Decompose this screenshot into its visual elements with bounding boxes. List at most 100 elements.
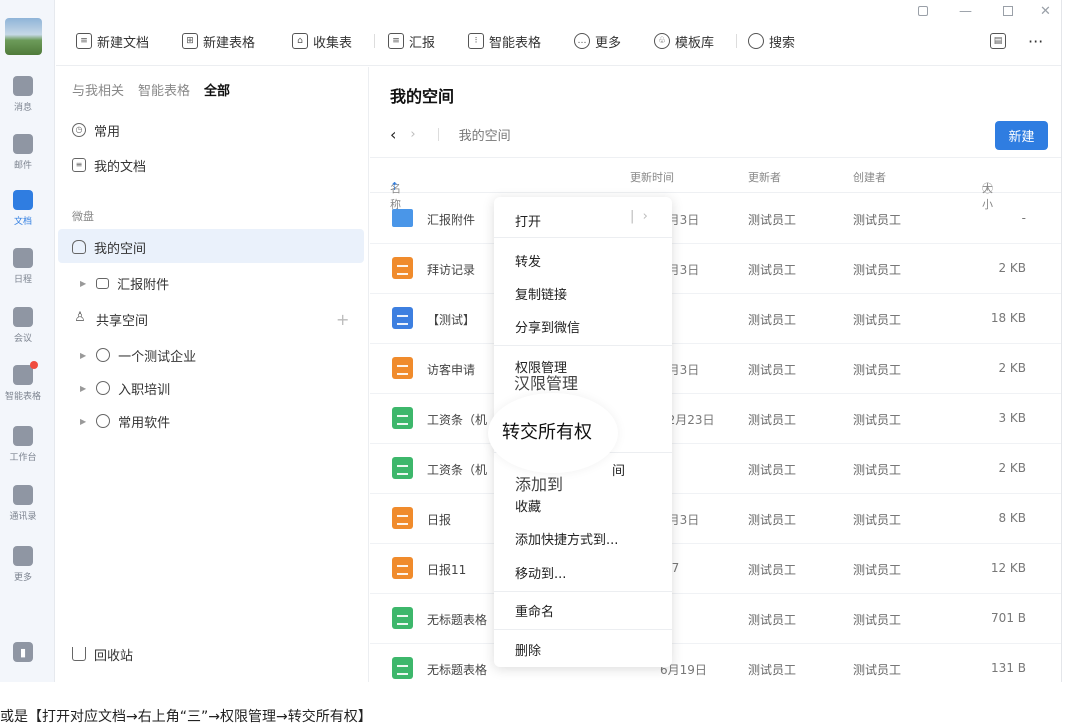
new-button[interactable]: 新建 [995, 121, 1048, 150]
menu-item-share-wechat[interactable]: 分享到微信 [515, 317, 580, 336]
smart-sheet-button[interactable]: ⁝ 智能表格 [468, 30, 541, 52]
report-button[interactable]: ≡ 汇报 [388, 30, 435, 52]
sort-arrow-icon[interactable]: ⇡ [390, 180, 399, 193]
layout-toggle[interactable]: ▤ [990, 30, 1011, 52]
menu-item-open[interactable]: 打开 [515, 211, 541, 230]
sidebar-item-recycle[interactable]: 回收站 [72, 644, 133, 664]
expand-icon[interactable]: ▶ [80, 417, 86, 426]
doc-sidebar: 与我相关 智能表格 全部 ◷ 常用 ≡ 我的文档 微盘 我的空间 ▶ 汇报附件 ♙ 共享空间… [56, 67, 369, 682]
col-creator[interactable]: 创建者 [853, 169, 886, 185]
pin-window-icon[interactable] [918, 6, 928, 16]
updater: 测试员工 [748, 263, 797, 277]
drive-icon [72, 240, 86, 254]
table-row[interactable]: 工资条（机 测试员工 测试员工 2 KB [370, 444, 1061, 494]
table-row[interactable]: 访客申请 4月3日 测试员工 测试员工 2 KB [370, 344, 1061, 394]
menu-item-forward[interactable]: 转发 [515, 251, 541, 270]
rail-item-2[interactable]: 文档 [0, 188, 46, 236]
avatar[interactable] [5, 18, 42, 55]
templates-button[interactable]: ♧ 模板库 [654, 30, 714, 52]
sidebar-item-my-space[interactable]: 我的空间 [72, 237, 146, 257]
breadcrumb-current[interactable]: 我的空间 [459, 125, 511, 144]
forward-icon[interactable]: › [410, 127, 415, 142]
file-icon [392, 557, 413, 579]
creator: 测试员工 [853, 213, 902, 227]
expand-icon[interactable]: ▶ [80, 384, 86, 393]
maximize-icon[interactable] [1003, 6, 1013, 16]
table-row[interactable]: 无标题表格 6月19日 测试员工 测试员工 131 B [370, 644, 1061, 682]
back-icon[interactable]: ‹ [390, 125, 396, 144]
menu-item-copy-link[interactable]: 复制链接 [515, 284, 567, 303]
file-name[interactable]: 日报11 [427, 561, 466, 578]
add-shared-space-icon[interactable]: + [336, 309, 349, 329]
file-name[interactable]: 【测试】 [427, 311, 475, 328]
disk-section-label: 微盘 [72, 210, 94, 223]
collect-form-button[interactable]: ⌂ 收集表 [292, 30, 352, 52]
sidebar-item-report-attach[interactable]: ▶ 汇报附件 [72, 273, 169, 293]
close-icon[interactable]: ✕ [1040, 4, 1051, 19]
new-doc-button[interactable]: ≡ 新建文档 [76, 30, 149, 52]
overflow-menu-icon[interactable]: ··· [1028, 30, 1043, 52]
rail-item-8[interactable]: 更多 [0, 544, 46, 592]
table-row[interactable]: 【测试】前测试员工测试员工18 KB [370, 294, 1061, 344]
sidebar-item-shared-child[interactable]: ▶ 入职培训 [72, 378, 170, 398]
app-rail: 消息邮件文档日程会议智能表格工作台通讯录更多 ▮ [0, 0, 55, 682]
menu-item-delete[interactable]: 删除 [515, 640, 541, 659]
rail-item-1[interactable]: 邮件 [0, 132, 46, 180]
file-name[interactable]: 无标题表格 [427, 661, 487, 678]
table-row[interactable]: 汇报附件 4月3日 测试员工 测试员工 - [370, 194, 1061, 244]
rail-item-4[interactable]: 会议 [0, 305, 46, 353]
menu-item-rename[interactable]: 重命名 [515, 601, 554, 620]
rail-item-5[interactable]: 智能表格 [0, 361, 46, 411]
expand-icon[interactable]: ▶ [80, 351, 86, 360]
file-name[interactable]: 工资条（机 [427, 411, 487, 428]
smart-sheet-icon: ⁝ [468, 33, 484, 49]
expand-icon[interactable]: ▶ [80, 279, 86, 288]
col-updater[interactable]: 更新者 [748, 169, 781, 185]
rail-item-7[interactable]: 通讯录 [0, 483, 46, 531]
file-name[interactable]: 工资条（机 [427, 461, 487, 478]
sidebar-item-shared-child[interactable]: ▶ 一个测试企业 [72, 345, 196, 365]
table-row[interactable]: 日报11:37测试员工测试员工12 KB [370, 544, 1061, 594]
menu-item-move[interactable]: 移动到... [515, 563, 566, 582]
new-sheet-button[interactable]: ⊞ 新建表格 [182, 30, 255, 52]
rail-item-3[interactable]: 日程 [0, 246, 46, 294]
file-name[interactable]: 无标题表格 [427, 611, 487, 628]
sidebar-item-shared-child[interactable]: ▶ 常用软件 [72, 411, 170, 431]
sidebar-item-frequent[interactable]: ◷ 常用 [72, 120, 120, 140]
tab-related[interactable]: 与我相关 [72, 84, 124, 99]
table-row[interactable]: 工资条（机 12月23日 测试员工 测试员工 3 KB [370, 394, 1061, 444]
more-button[interactable]: … 更多 [574, 30, 621, 52]
stats-icon[interactable]: ▮ [0, 640, 46, 682]
table-row[interactable]: 无标题表格前测试员工测试员工701 B [370, 594, 1061, 644]
file-size: 131 B [991, 661, 1026, 675]
submenu-arrow-icon[interactable]: | › [630, 209, 648, 224]
file-size: 12 KB [990, 561, 1026, 575]
sidebar-item-my-docs[interactable]: ≡ 我的文档 [72, 155, 146, 175]
contacts-icon [13, 485, 33, 505]
menu-item-shortcut[interactable]: 添加快捷方式到... [515, 529, 618, 548]
menu-item-favorite[interactable]: 收藏 [515, 496, 541, 515]
col-updated[interactable]: 更新时间 [630, 169, 674, 185]
minimize-icon[interactable]: — [959, 4, 972, 19]
table-row[interactable]: 拜访记录 4月3日 测试员工 测试员工 2 KB [370, 244, 1061, 294]
file-icon [392, 607, 413, 629]
file-icon [392, 507, 413, 529]
rail-item-0[interactable]: 消息 [0, 74, 46, 122]
file-name[interactable]: 访客申请 [427, 361, 475, 378]
file-name[interactable]: 拜访记录 [427, 261, 475, 278]
tab-all[interactable]: 全部 [204, 84, 230, 99]
file-icon [392, 657, 413, 679]
menu-item-transfer-ownership[interactable]: 转交所有权 [502, 418, 592, 444]
file-name[interactable]: 汇报附件 [427, 211, 475, 228]
file-size: 8 KB [998, 511, 1026, 525]
sidebar-item-shared-space[interactable]: ♙ 共享空间 [72, 309, 148, 329]
tab-smart-sheet[interactable]: 智能表格 [138, 84, 190, 99]
menu-zoom-add-to: 添加到 [515, 475, 564, 494]
creator: 测试员工 [853, 513, 902, 527]
rail-item-6[interactable]: 工作台 [0, 424, 46, 472]
file-name[interactable]: 日报 [427, 511, 451, 528]
trash-icon [72, 647, 86, 661]
search-button[interactable]: 搜索 [748, 30, 795, 52]
table-row[interactable]: 日报 4月3日 测试员工 测试员工 8 KB [370, 494, 1061, 544]
creator: 测试员工 [853, 563, 902, 577]
